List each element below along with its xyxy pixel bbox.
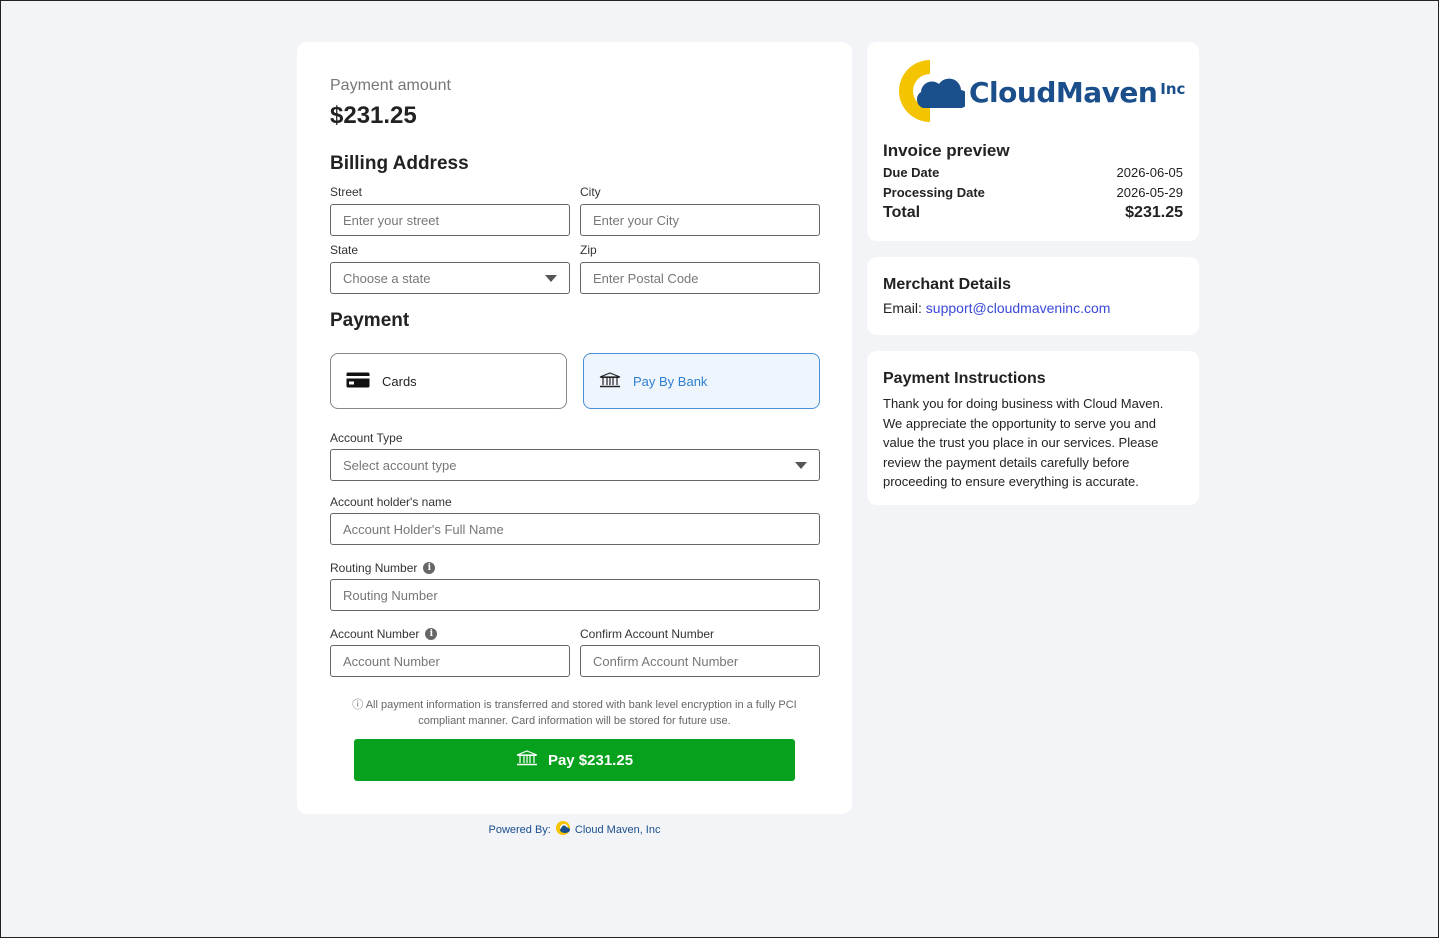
cloud-logo-icon: [897, 58, 970, 129]
processing-date-value: 2026-05-29: [1116, 185, 1184, 200]
bank-icon: [599, 371, 621, 391]
routing-number-label: Routing Number i: [330, 561, 436, 575]
state-select-value: Choose a state: [343, 270, 431, 286]
cards-option[interactable]: Cards: [330, 353, 567, 409]
street-input[interactable]: [330, 204, 570, 236]
confirm-account-label: Confirm Account Number: [580, 627, 715, 641]
city-input[interactable]: [580, 204, 820, 236]
info-icon[interactable]: i: [423, 562, 436, 574]
merchant-email-label: Email:: [883, 300, 922, 316]
account-number-label: Account Number i: [330, 627, 438, 641]
confirm-account-input[interactable]: [580, 645, 820, 677]
account-type-select-value: Select account type: [343, 457, 457, 473]
pay-by-bank-option[interactable]: Pay By Bank: [583, 353, 820, 409]
brand-suffix: Inc: [1160, 80, 1186, 98]
merchant-email-link[interactable]: support@cloudmaveninc.com: [926, 300, 1111, 316]
account-number-input[interactable]: [330, 645, 570, 677]
billing-address-title: Billing Address: [330, 153, 469, 174]
cards-option-label: Cards: [382, 373, 417, 389]
powered-by-company[interactable]: Cloud Maven, Inc: [575, 824, 661, 836]
routing-number-input[interactable]: [330, 579, 820, 611]
account-holder-input[interactable]: [330, 513, 820, 545]
merchant-details-title: Merchant Details: [883, 276, 1012, 293]
payment-amount-value: $231.25: [330, 102, 417, 129]
cloud-logo-icon: [555, 820, 571, 839]
instructions-card: Payment Instructions Thank you for doing…: [867, 351, 1199, 505]
chevron-down-icon: [795, 461, 807, 469]
routing-number-label-text: Routing Number: [330, 561, 418, 575]
city-label: City: [580, 185, 601, 199]
state-select[interactable]: Choose a state: [330, 262, 570, 294]
powered-by-prefix: Powered By:: [488, 823, 551, 836]
merchant-card: Merchant Details Email: support@cloudmav…: [867, 257, 1199, 335]
payment-title: Payment: [330, 310, 410, 331]
zip-input[interactable]: [580, 262, 820, 294]
pay-button[interactable]: Pay $231.25: [354, 739, 795, 781]
account-number-label-text: Account Number: [330, 627, 420, 641]
security-note: ⓘ All payment information is transferred…: [352, 699, 797, 727]
account-holder-label: Account holder's name: [330, 495, 452, 509]
total-label: Total: [883, 204, 921, 221]
due-date-value: 2026-06-05: [1116, 165, 1184, 180]
pay-by-bank-label: Pay By Bank: [633, 373, 708, 389]
pay-button-label: Pay $231.25: [547, 751, 634, 769]
powered-by: Powered By: Cloud Maven, Inc: [297, 820, 852, 839]
bank-icon: [516, 750, 538, 770]
payment-instructions-title: Payment Instructions: [883, 370, 1046, 387]
due-date-label: Due Date: [883, 165, 940, 180]
merchant-email-row: Email: support@cloudmaveninc.com: [883, 300, 1183, 316]
payment-instructions-text: Thank you for doing business with Cloud …: [883, 396, 1164, 489]
credit-card-icon: [346, 372, 370, 391]
zip-label: Zip: [580, 243, 597, 257]
account-type-label: Account Type: [330, 431, 403, 445]
payment-form-card: Payment amount $231.25 Billing Address S…: [297, 42, 852, 814]
total-value: $231.25: [1125, 204, 1183, 221]
brand-logo: CloudMaven Inc: [897, 58, 1185, 129]
brand-name: CloudMaven: [969, 76, 1158, 109]
state-label: State: [330, 243, 359, 257]
processing-date-row: Processing Date 2026-05-29: [883, 185, 1183, 200]
total-row: Total $231.25: [883, 204, 1183, 222]
account-type-select[interactable]: Select account type: [330, 449, 820, 481]
invoice-preview-title: Invoice preview: [883, 141, 1010, 160]
invoice-card: CloudMaven Inc Invoice preview Due Date …: [867, 42, 1199, 241]
due-date-row: Due Date 2026-06-05: [883, 165, 1183, 180]
payment-amount-label: Payment amount: [330, 77, 451, 94]
info-icon[interactable]: i: [425, 628, 438, 640]
chevron-down-icon: [545, 274, 557, 282]
street-label: Street: [330, 185, 363, 199]
processing-date-label: Processing Date: [883, 185, 985, 200]
